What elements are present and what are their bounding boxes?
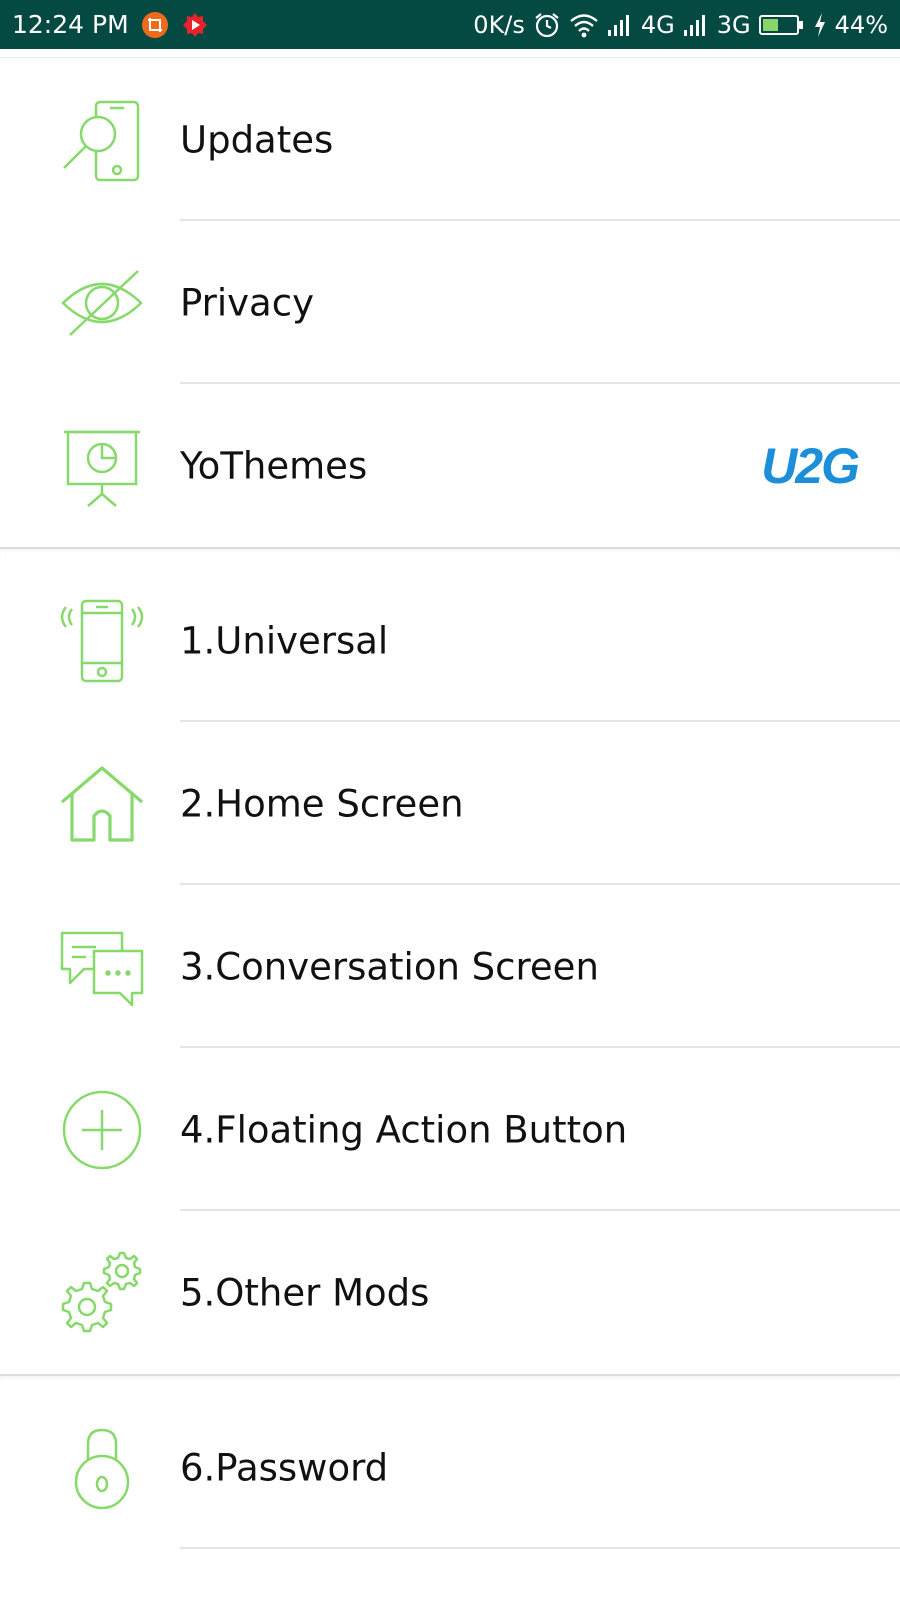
phone-vibrate-icon xyxy=(60,599,144,683)
wifi-icon xyxy=(569,12,599,38)
network-type-1: 4G xyxy=(640,10,675,39)
alarm-icon xyxy=(533,11,561,39)
status-left: 12:24 PM xyxy=(12,10,209,39)
menu-item-universal[interactable]: 1.Universal xyxy=(0,559,900,722)
status-right: 0K/s 4G 3G 44% xyxy=(473,11,888,39)
charging-icon xyxy=(813,12,827,38)
gears-icon xyxy=(60,1251,144,1335)
menu-item-label: 1.Universal xyxy=(180,619,389,662)
battery-level: 44% xyxy=(834,10,888,39)
menu-item-floating-action-button[interactable]: 4.Floating Action Button xyxy=(0,1048,900,1211)
status-time: 12:24 PM xyxy=(12,10,129,39)
eye-off-icon xyxy=(60,261,144,345)
section-separator xyxy=(0,547,900,559)
video-app-icon xyxy=(181,11,209,39)
home-icon xyxy=(60,762,144,846)
menu-item-label: 2.Home Screen xyxy=(180,782,464,825)
network-type-2: 3G xyxy=(716,10,751,39)
menu-item-updates[interactable]: Updates xyxy=(0,58,900,221)
section-separator xyxy=(0,1374,900,1386)
status-bar: 12:24 PM 0K/s 4G 3G 44% xyxy=(0,0,900,49)
network-speed: 0K/s xyxy=(473,10,525,39)
menu-item-label: 4.Floating Action Button xyxy=(180,1108,628,1151)
menu-item-other-mods[interactable]: 5.Other Mods xyxy=(0,1211,900,1374)
menu-item-label: 5.Other Mods xyxy=(180,1271,430,1314)
phone-search-icon xyxy=(60,98,144,182)
menu-item-label: Updates xyxy=(180,118,334,161)
menu-item-label: 3.Conversation Screen xyxy=(180,945,599,988)
watermark-logo: U2G xyxy=(761,437,860,494)
crop-app-icon xyxy=(141,11,169,39)
signal-icon xyxy=(683,13,709,37)
menu-item-label: Privacy xyxy=(180,281,314,324)
plus-circle-icon xyxy=(60,1088,144,1172)
divider xyxy=(180,1547,900,1549)
menu-item-conversation-screen[interactable]: 3.Conversation Screen xyxy=(0,885,900,1048)
presentation-board-icon xyxy=(60,424,144,508)
padlock-icon xyxy=(60,1426,144,1510)
chat-bubbles-icon xyxy=(60,925,144,1009)
signal-icon xyxy=(607,13,633,37)
menu-item-yothemes[interactable]: YoThemes U2G xyxy=(0,384,900,547)
menu-item-password[interactable]: 6.Password xyxy=(0,1386,900,1549)
menu-item-privacy[interactable]: Privacy xyxy=(0,221,900,384)
settings-list: Updates Privacy YoThemes U2G 1.Universal… xyxy=(0,49,900,1549)
menu-item-home-screen[interactable]: 2.Home Screen xyxy=(0,722,900,885)
menu-item-label: YoThemes xyxy=(180,444,368,487)
battery-icon xyxy=(758,13,805,37)
menu-item-label: 6.Password xyxy=(180,1446,389,1489)
